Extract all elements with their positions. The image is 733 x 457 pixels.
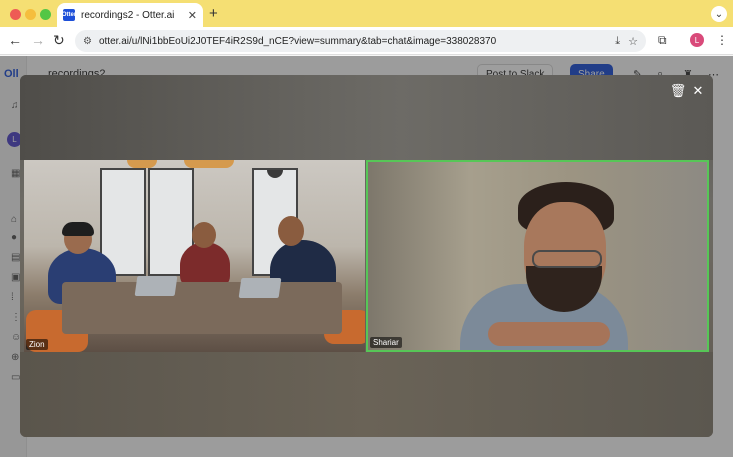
new-tab-button[interactable]: +: [209, 5, 218, 22]
laptop: [134, 276, 178, 296]
participant-video-zion: Zion: [24, 160, 365, 352]
menu-icon[interactable]: ⋮: [716, 33, 728, 47]
site-info-icon[interactable]: ⚙: [83, 36, 92, 47]
minimize-window-icon[interactable]: [25, 9, 36, 20]
meeting-table: [62, 282, 342, 334]
star-icon[interactable]: ☆: [628, 35, 638, 48]
maximize-window-icon[interactable]: [40, 9, 51, 20]
person-center-head: [192, 222, 216, 248]
browser-tab-bar: Otter recordings2 - Otter.ai ✕ + ⌄: [0, 0, 733, 27]
modal-bottom-area: [20, 352, 713, 437]
participant-name-tag: Shariar: [370, 337, 402, 348]
speaker-hands: [488, 322, 610, 346]
trash-icon[interactable]: 🗑: [669, 82, 687, 100]
modal-top-area: [20, 75, 713, 160]
tab-close-icon[interactable]: ✕: [188, 9, 197, 22]
participant-name-tag: Zion: [26, 339, 48, 350]
tab-title: recordings2 - Otter.ai: [81, 9, 175, 21]
address-bar[interactable]: ⚙ otter.ai/u/lNi1bbEoUi2J0TEF4iR2S9d_nCE…: [75, 30, 646, 52]
back-icon[interactable]: ←: [8, 32, 22, 48]
participant-video-shariar: Shariar: [366, 160, 709, 352]
install-icon[interactable]: ⤓: [615, 35, 620, 48]
url-text: otter.ai/u/lNi1bbEoUi2J0TEF4iR2S9d_nCE?v…: [98, 35, 497, 47]
laptop: [238, 278, 282, 298]
browser-toolbar: ← → ↻ ⚙ otter.ai/u/lNi1bbEoUi2J0TEF4iR2S…: [0, 27, 733, 55]
speaker-glasses: [532, 250, 602, 268]
otter-favicon-icon: Otter: [62, 9, 76, 21]
close-icon[interactable]: ✕: [689, 82, 707, 100]
browser-tab[interactable]: Otter recordings2 - Otter.ai ✕: [57, 3, 203, 27]
extensions-icon[interactable]: ⧉: [658, 33, 667, 48]
cap: [62, 222, 94, 236]
image-viewer-modal: 🗑 ✕ Zion Shariar: [20, 75, 713, 437]
person-right-head: [278, 216, 304, 246]
forward-icon[interactable]: →: [31, 32, 45, 48]
profile-avatar[interactable]: L: [690, 33, 704, 47]
ceiling-lamp: [184, 160, 234, 168]
close-window-icon[interactable]: [10, 9, 21, 20]
tab-search-icon[interactable]: ⌄: [711, 6, 727, 22]
reload-icon[interactable]: ↻: [53, 32, 65, 49]
ceiling-lamp: [127, 160, 157, 168]
